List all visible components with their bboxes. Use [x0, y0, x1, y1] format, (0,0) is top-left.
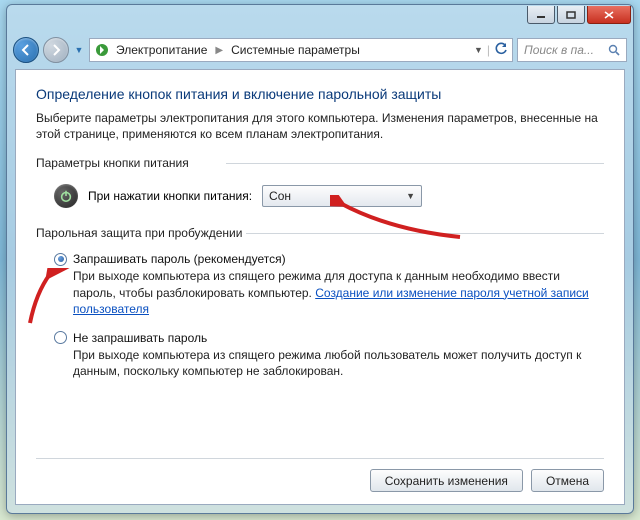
close-icon — [604, 11, 614, 19]
content-pane: Определение кнопок питания и включение п… — [15, 69, 625, 505]
nav-history-dropdown[interactable]: ▼ — [73, 45, 85, 55]
minimize-icon — [536, 11, 546, 19]
arrow-right-icon — [50, 44, 62, 56]
cancel-button[interactable]: Отмена — [531, 469, 604, 492]
no-require-password-label: Не запрашивать пароль — [73, 331, 207, 345]
power-button-action-select[interactable]: Сон ▼ — [262, 185, 422, 207]
maximize-button[interactable] — [557, 6, 585, 24]
save-button[interactable]: Сохранить изменения — [370, 469, 523, 492]
chevron-down-icon: ▼ — [406, 191, 415, 201]
chevron-down-icon[interactable]: ▼ — [474, 45, 483, 55]
chevron-right-icon: ▶ — [215, 45, 223, 56]
no-require-password-description: При выходе компьютера из спящего режима … — [73, 347, 604, 379]
power-icon — [54, 184, 78, 208]
no-require-password-radio[interactable] — [54, 331, 67, 344]
group-power-button: Параметры кнопки питания — [36, 156, 604, 170]
address-bar[interactable]: Электропитание ▶ Системные параметры ▼ | — [89, 38, 513, 62]
minimize-button[interactable] — [527, 6, 555, 24]
power-button-action-value: Сон — [269, 189, 291, 203]
nav-forward-button[interactable] — [43, 37, 69, 63]
titlebar — [7, 5, 633, 33]
maximize-icon — [566, 11, 576, 19]
group-password-protect: Парольная защита при пробуждении — [36, 226, 604, 240]
breadcrumb-item[interactable]: Электропитание — [116, 43, 207, 57]
footer-buttons: Сохранить изменения Отмена — [36, 458, 604, 492]
navbar: ▼ Электропитание ▶ Системные параметры ▼… — [7, 33, 633, 67]
page-intro: Выберите параметры электропитания для эт… — [36, 110, 604, 142]
page-title: Определение кнопок питания и включение п… — [36, 86, 604, 102]
search-icon — [608, 44, 620, 56]
search-input[interactable]: Поиск в па... — [517, 38, 627, 62]
search-placeholder: Поиск в па... — [524, 43, 594, 57]
close-button[interactable] — [587, 6, 631, 24]
power-button-label: При нажатии кнопки питания: — [88, 189, 252, 203]
arrow-left-icon — [20, 44, 32, 56]
window-frame: ▼ Электропитание ▶ Системные параметры ▼… — [6, 4, 634, 514]
refresh-icon — [494, 42, 508, 56]
require-password-label: Запрашивать пароль (рекомендуется) — [73, 252, 286, 266]
breadcrumb-item[interactable]: Системные параметры — [231, 43, 360, 57]
nav-back-button[interactable] — [13, 37, 39, 63]
require-password-radio[interactable] — [54, 253, 67, 266]
power-plan-icon — [94, 42, 110, 58]
refresh-button[interactable] — [494, 42, 508, 59]
require-password-description: При выходе компьютера из спящего режима … — [73, 268, 604, 317]
